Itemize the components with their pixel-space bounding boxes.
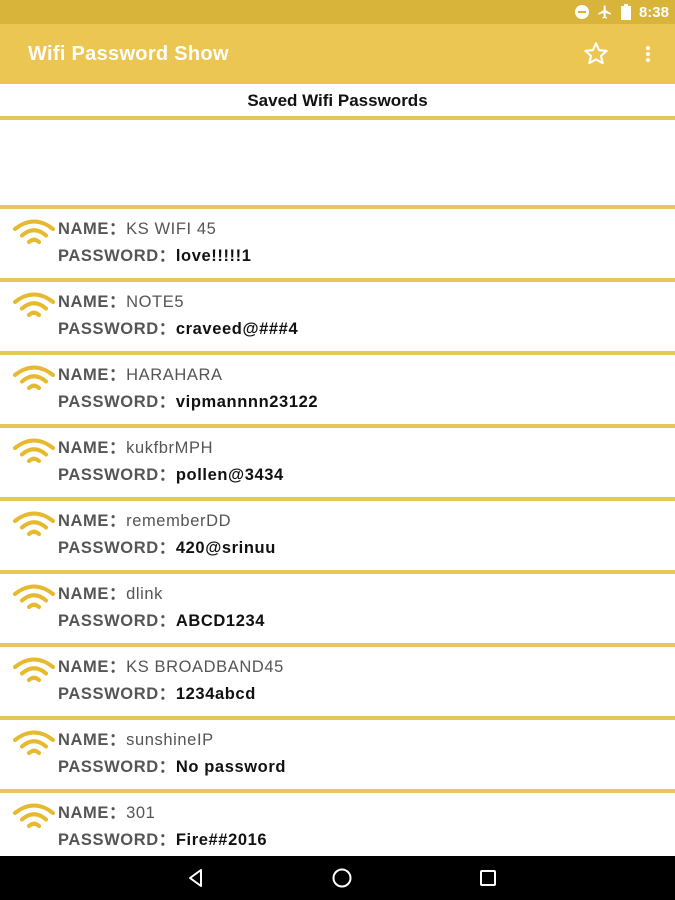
network-name-row: NAME：HARAHARA xyxy=(58,361,223,385)
network-name: sunshineIP xyxy=(126,731,214,749)
name-label: NAME： xyxy=(58,220,127,238)
network-name-row: NAME：KS WIFI 45 xyxy=(58,215,216,239)
status-time: 8:38 xyxy=(638,3,669,21)
network-name: KS BROADBAND45 xyxy=(126,658,284,676)
wifi-list-item[interactable]: NAME：dlink PASSWORD：ABCD1234 xyxy=(0,574,675,647)
name-label: NAME： xyxy=(58,439,127,457)
overflow-menu-icon[interactable] xyxy=(640,42,656,66)
star-icon[interactable] xyxy=(582,40,610,68)
wifi-icon xyxy=(12,729,56,759)
password-label: PASSWORD： xyxy=(58,612,176,630)
network-name-row: NAME：rememberDD xyxy=(58,507,231,531)
wifi-list-item[interactable]: NAME：KS WIFI 45 PASSWORD：love!!!!!1 xyxy=(0,209,675,282)
wifi-icon xyxy=(12,802,56,832)
network-password: 1234abcd xyxy=(175,685,256,703)
wifi-icon xyxy=(12,510,56,540)
network-password-row: PASSWORD：1234abcd xyxy=(58,680,256,704)
name-label: NAME： xyxy=(58,731,127,749)
network-password: craveed@###4 xyxy=(175,320,299,338)
password-label: PASSWORD： xyxy=(58,393,176,411)
network-password-row: PASSWORD：vipmannnn23122 xyxy=(58,388,318,412)
network-password: 420@srinuu xyxy=(175,539,276,557)
name-label: NAME： xyxy=(58,366,127,384)
wifi-list-item[interactable]: NAME：KS BROADBAND45 PASSWORD：1234abcd xyxy=(0,647,675,720)
name-label: NAME： xyxy=(58,804,127,822)
network-name: dlink xyxy=(126,585,164,603)
name-label: NAME： xyxy=(58,293,127,311)
name-label: NAME： xyxy=(58,658,127,676)
network-password-row: PASSWORD：420@srinuu xyxy=(58,534,276,558)
network-password-row: PASSWORD：craveed@###4 xyxy=(58,315,298,339)
status-icons: 8:38 xyxy=(574,0,669,24)
password-label: PASSWORD： xyxy=(58,831,176,849)
network-name-row: NAME：301 xyxy=(58,799,155,823)
status-bar: 8:38 xyxy=(0,0,675,24)
wifi-icon xyxy=(12,437,56,467)
network-password-row: PASSWORD：No password xyxy=(58,753,286,777)
network-name: kukfbrMPH xyxy=(126,439,214,457)
navigation-bar xyxy=(0,856,675,900)
network-password-row: PASSWORD：love!!!!!1 xyxy=(58,242,252,266)
network-name: rememberDD xyxy=(126,512,232,530)
password-label: PASSWORD： xyxy=(58,758,176,776)
network-name-row: NAME：KS BROADBAND45 xyxy=(58,653,284,677)
recents-icon[interactable] xyxy=(476,866,500,890)
wifi-list-item[interactable]: NAME：sunshineIP PASSWORD：No password xyxy=(0,720,675,793)
do-not-disturb-icon xyxy=(574,5,589,19)
password-label: PASSWORD： xyxy=(58,539,176,557)
wifi-list-item[interactable]: NAME：HARAHARA PASSWORD：vipmannnn23122 xyxy=(0,355,675,428)
password-label: PASSWORD： xyxy=(58,466,176,484)
network-name: NOTE5 xyxy=(126,293,185,311)
back-icon[interactable] xyxy=(184,866,208,890)
wifi-list-item[interactable]: NAME：NOTE5 PASSWORD：craveed@###4 xyxy=(0,282,675,355)
wifi-list-item[interactable]: NAME：rememberDD PASSWORD：420@srinuu xyxy=(0,501,675,574)
wifi-list: NAME：KS WIFI 45 PASSWORD：love!!!!!1 NAME… xyxy=(0,209,675,866)
airplane-icon xyxy=(597,4,613,20)
password-label: PASSWORD： xyxy=(58,685,176,703)
password-label: PASSWORD： xyxy=(58,320,176,338)
home-icon[interactable] xyxy=(330,866,354,890)
wifi-list-item[interactable]: NAME：kukfbrMPH PASSWORD：pollen@3434 xyxy=(0,428,675,501)
wifi-icon xyxy=(12,218,56,248)
network-name: HARAHARA xyxy=(126,366,223,384)
app-bar: Wifi Password Show xyxy=(0,24,675,84)
network-name-row: NAME：NOTE5 xyxy=(58,288,184,312)
network-password: No password xyxy=(175,758,287,776)
network-password: ABCD1234 xyxy=(175,612,266,630)
app-title: Wifi Password Show xyxy=(28,43,229,65)
network-name: 301 xyxy=(126,804,156,822)
network-name-row: NAME：sunshineIP xyxy=(58,726,214,750)
name-label: NAME： xyxy=(58,585,127,603)
network-name-row: NAME：dlink xyxy=(58,580,163,604)
network-password: vipmannnn23122 xyxy=(175,393,319,411)
network-password-row: PASSWORD：ABCD1234 xyxy=(58,607,265,631)
wifi-icon xyxy=(12,583,56,613)
network-password: Fire##2016 xyxy=(175,831,268,849)
network-password-row: PASSWORD：pollen@3434 xyxy=(58,461,284,485)
network-name-row: NAME：kukfbrMPH xyxy=(58,434,213,458)
network-password-row: PASSWORD：Fire##2016 xyxy=(58,826,267,850)
divider xyxy=(0,116,675,120)
battery-icon xyxy=(620,4,631,20)
wifi-icon xyxy=(12,656,56,686)
password-label: PASSWORD： xyxy=(58,247,176,265)
section-title: Saved Wifi Passwords xyxy=(247,91,428,110)
network-password: pollen@3434 xyxy=(175,466,284,484)
network-password: love!!!!!1 xyxy=(175,247,252,265)
network-name: KS WIFI 45 xyxy=(126,220,217,238)
name-label: NAME： xyxy=(58,512,127,530)
wifi-icon xyxy=(12,291,56,321)
wifi-icon xyxy=(12,364,56,394)
